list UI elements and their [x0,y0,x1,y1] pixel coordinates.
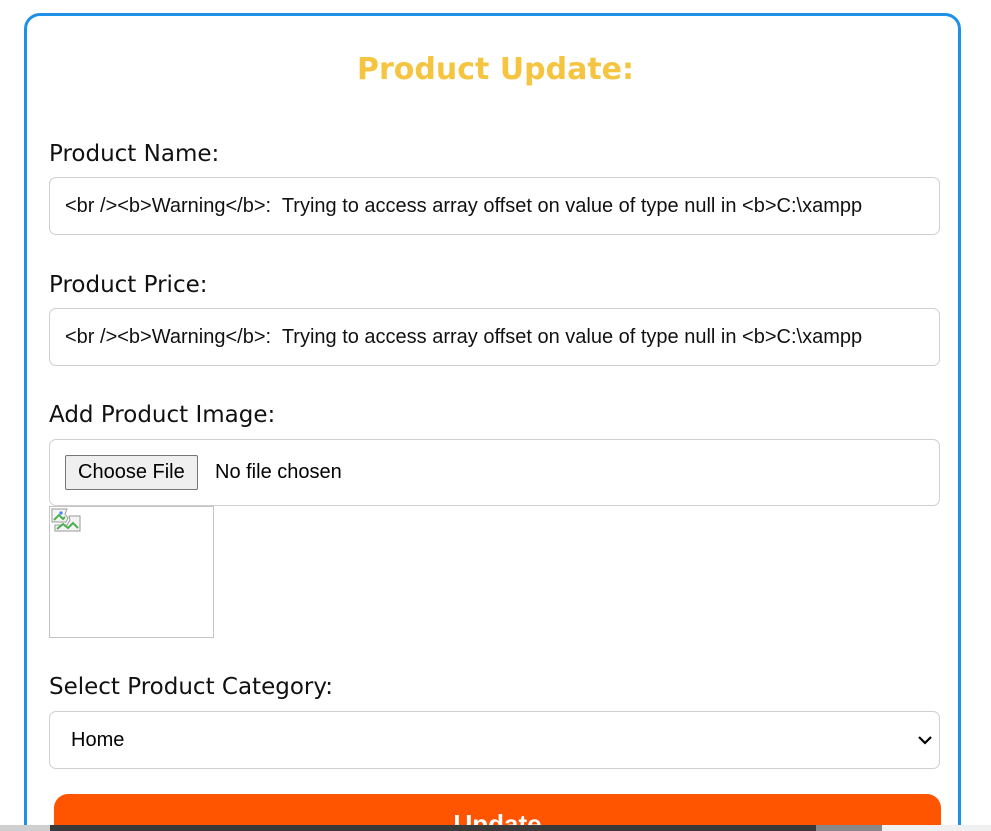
scrollbar-start [0,825,50,831]
chevron-down-icon [918,736,932,745]
page-title: Product Update: [356,52,635,87]
product-price-label: Product Price: [49,272,208,298]
product-name-input[interactable] [49,177,940,235]
broken-image-icon [51,508,81,532]
product-category-select[interactable]: Home [49,711,940,769]
file-status-text: No file chosen [215,461,342,483]
choose-file-button[interactable]: Choose File [65,455,198,490]
product-image-file-input: Choose File No file chosen [49,439,940,506]
product-image-preview [49,506,214,638]
product-name-label: Product Name: [49,141,220,167]
horizontal-scrollbar[interactable] [0,825,991,831]
product-category-label: Select Product Category: [49,674,334,700]
selected-category: Home [71,729,125,751]
scrollbar-track [50,825,816,831]
product-image-label: Add Product Image: [49,402,276,428]
scrollbar-thumb[interactable] [816,825,882,831]
product-price-input[interactable] [49,308,940,366]
